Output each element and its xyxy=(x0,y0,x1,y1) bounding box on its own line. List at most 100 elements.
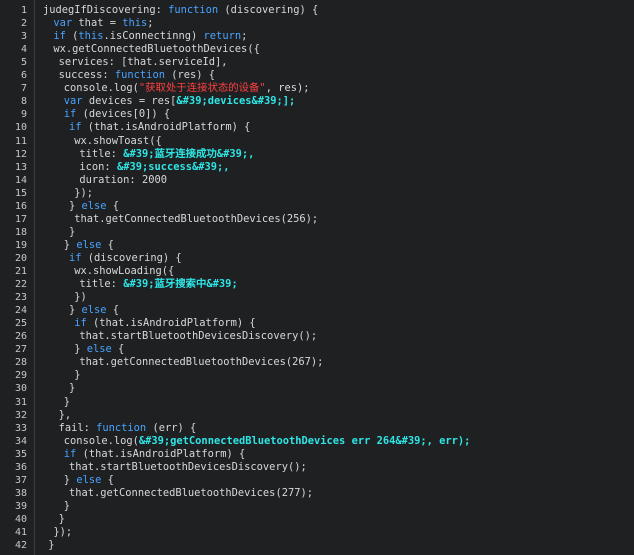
code-line[interactable]: } else { xyxy=(69,304,119,317)
code-token: } xyxy=(69,304,82,317)
code-line[interactable]: icon: &#39;success&#39;, xyxy=(79,161,229,174)
code-line[interactable]: var devices = res[&#39;devices&#39;]; xyxy=(64,95,295,108)
code-line[interactable]: services: [that.serviceId], xyxy=(59,56,228,69)
code-line[interactable]: wx.showToast({ xyxy=(74,135,162,148)
line-number: 21 xyxy=(14,266,27,277)
code-line[interactable]: } xyxy=(48,539,54,552)
line-number: 3 xyxy=(20,31,27,43)
line-number: 22 xyxy=(14,279,27,291)
line-number: 11 xyxy=(14,135,27,147)
code-token: this xyxy=(78,30,104,43)
code-line[interactable]: } else { xyxy=(74,343,124,356)
code-line[interactable]: if (that.isAndroidPlatform) { xyxy=(64,448,245,461)
line-number: 12 xyxy=(14,148,27,160)
line-number: 34 xyxy=(14,435,27,447)
line-number: 18 xyxy=(14,226,27,238)
code-line[interactable]: that.startBluetoothDevicesDiscovery(); xyxy=(69,461,307,474)
code-token: &#39;蓝牙连接成功&#39;, xyxy=(123,147,255,160)
code-line[interactable]: } else { xyxy=(69,200,119,213)
code-editor[interactable]: 1 2 3 4 5 6 7 8 9 10 11 12 13 14 15 16 17 18 19 20 21 22 23 24 2… xyxy=(0,0,634,555)
line-number: 25 xyxy=(14,318,27,330)
code-token: return xyxy=(203,30,242,43)
code-token: if xyxy=(69,251,82,264)
line-number: 41 xyxy=(14,527,27,538)
line-number: 42 xyxy=(14,540,27,552)
code-token: &#39;success&#39;, xyxy=(116,160,230,173)
code-line[interactable]: title: &#39;蓝牙连接成功&#39;, xyxy=(79,148,254,161)
code-token: (discovering) { xyxy=(218,4,319,16)
code-line[interactable]: var that = this; xyxy=(53,17,153,30)
code-token: (discovering) { xyxy=(81,251,182,264)
code-token: title: xyxy=(79,147,124,160)
code-line[interactable]: that.getConnectedBluetoothDevices(267); xyxy=(79,356,323,369)
code-token: console.log( xyxy=(63,434,139,447)
code-line[interactable]: if (this.isConnectinng) return; xyxy=(53,30,247,43)
code-line[interactable]: if (discovering) { xyxy=(69,252,182,265)
code-token: if xyxy=(74,317,87,330)
code-token: ( xyxy=(65,30,79,43)
code-line[interactable]: }); xyxy=(74,187,93,200)
code-line[interactable]: } xyxy=(69,226,75,239)
code-token: (that.isAndroidPlatform) { xyxy=(86,317,256,330)
code-line[interactable]: } xyxy=(64,500,70,513)
code-line[interactable]: } xyxy=(74,369,80,382)
line-number-gutter: 1 2 3 4 5 6 7 8 9 10 11 12 13 14 15 16 17 18 19 20 21 22 23 24 2… xyxy=(0,0,35,555)
line-number: 23 xyxy=(14,292,27,304)
code-line[interactable]: wx.getConnectedBluetoothDevices({ xyxy=(53,43,259,56)
code-line[interactable]: }, xyxy=(59,409,72,422)
line-number: 35 xyxy=(14,448,27,460)
code-token: function xyxy=(114,69,165,82)
code-line[interactable]: that.startBluetoothDevicesDiscovery(); xyxy=(79,330,317,343)
code-line[interactable]: console.log(&#39;getConnectedBluetoothDe… xyxy=(64,435,471,448)
code-line[interactable]: success: function (res) { xyxy=(59,69,215,82)
code-token: } xyxy=(63,499,71,512)
code-line[interactable]: } xyxy=(59,513,65,526)
line-number: 4 xyxy=(20,44,27,56)
line-number: 20 xyxy=(14,252,27,264)
code-line[interactable]: judegIfDiscovering: function (discoverin… xyxy=(43,4,318,17)
code-token: else xyxy=(81,304,107,317)
line-number: 36 xyxy=(14,461,27,473)
code-line[interactable]: if (that.isAndroidPlatform) { xyxy=(69,121,250,134)
code-token: } xyxy=(58,512,65,525)
line-number: 13 xyxy=(14,161,27,173)
code-token: }, xyxy=(58,408,72,421)
code-token: function xyxy=(96,421,147,434)
code-token: &#39;getConnectedBluetoothDevices err 26… xyxy=(138,434,471,447)
code-line[interactable]: that.getConnectedBluetoothDevices(256); xyxy=(74,213,318,226)
code-line[interactable]: } xyxy=(64,396,70,409)
code-token: &#39;蓝牙搜索中&#39; xyxy=(123,278,238,291)
line-number: 19 xyxy=(14,239,27,251)
code-line[interactable]: }) xyxy=(74,291,87,304)
code-token: else xyxy=(81,199,107,212)
code-token: if xyxy=(69,121,82,134)
code-token: judegIfDiscovering: xyxy=(43,4,169,16)
code-token: { xyxy=(106,304,120,317)
line-number: 17 xyxy=(14,213,27,225)
code-line[interactable]: }); xyxy=(53,526,72,539)
code-line[interactable]: } else { xyxy=(64,239,114,252)
code-token: ; xyxy=(147,17,154,30)
code-token: , res); xyxy=(265,82,310,95)
code-line[interactable]: fail: function (err) { xyxy=(59,422,197,435)
line-number: 16 xyxy=(14,200,27,212)
code-token: } xyxy=(69,225,76,238)
line-number: 29 xyxy=(14,370,27,382)
code-line[interactable]: } else { xyxy=(64,474,114,487)
code-token: icon: xyxy=(79,160,117,173)
code-line[interactable]: title: &#39;蓝牙搜索中&#39; xyxy=(79,278,237,291)
code-token: (res) { xyxy=(164,69,215,82)
code-line[interactable]: that.getConnectedBluetoothDevices(277); xyxy=(69,487,313,500)
code-token: if xyxy=(63,447,77,460)
line-number: 38 xyxy=(14,487,27,499)
code-line[interactable]: duration: 2000 xyxy=(79,174,167,187)
code-area[interactable]: judegIfDiscovering: function (discoverin… xyxy=(35,0,634,555)
code-line[interactable]: wx.showLoading({ xyxy=(74,265,174,278)
code-line[interactable]: console.log("获取处于连接状态的设备", res); xyxy=(64,82,310,95)
code-token: { xyxy=(106,199,120,212)
code-line[interactable]: if (that.isAndroidPlatform) { xyxy=(74,317,255,330)
code-token: "获取处于连接状态的设备" xyxy=(138,82,266,95)
code-line[interactable]: } xyxy=(69,382,75,395)
code-line[interactable]: if (devices[0]) { xyxy=(64,108,170,121)
line-number: 31 xyxy=(14,396,27,408)
